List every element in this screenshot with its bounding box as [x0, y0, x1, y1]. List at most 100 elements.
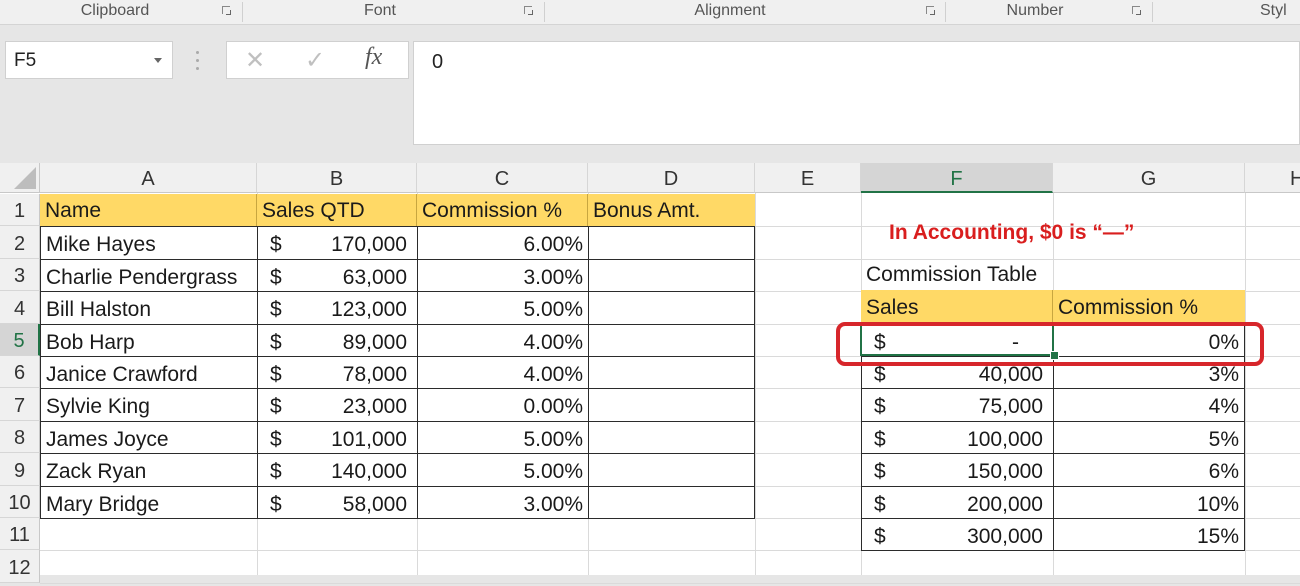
- cell-commission-pct[interactable]: 5.00%: [417, 291, 589, 325]
- cell-bonus-amt[interactable]: [588, 291, 755, 325]
- cell-bonus-amt[interactable]: [588, 356, 755, 389]
- row-header-7[interactable]: 7: [0, 388, 40, 421]
- formula-bar-resize-handle-icon[interactable]: [196, 51, 200, 71]
- row-header-11[interactable]: 11: [0, 518, 40, 550]
- cell-sales-qtd[interactable]: $89,000: [257, 324, 418, 357]
- select-all-button[interactable]: [0, 163, 40, 193]
- column-header-d[interactable]: D: [588, 163, 755, 193]
- commission-sales-amount: 75,000: [978, 395, 1043, 418]
- header-sales[interactable]: Sales: [861, 290, 1053, 323]
- ribbon-group-styles: Styl: [1260, 2, 1287, 19]
- row-header-9[interactable]: 9: [0, 453, 40, 486]
- cell-commission-pct[interactable]: 4.00%: [417, 356, 589, 389]
- currency-symbol: $: [270, 493, 282, 516]
- ribbon-group-alignment: Alignment: [694, 2, 766, 19]
- cell-commission-pct[interactable]: 5.00%: [417, 453, 589, 487]
- cell-bonus-amt[interactable]: [588, 324, 755, 357]
- cell-bonus-amt[interactable]: [588, 226, 755, 260]
- cell-bonus-amt[interactable]: [588, 486, 755, 519]
- cell-commission-rate[interactable]: 15%: [1053, 518, 1245, 551]
- cell-commission-sales[interactable]: $100,000: [861, 421, 1054, 454]
- cell-bonus-amt[interactable]: [588, 453, 755, 487]
- row-header-1[interactable]: 1: [0, 194, 40, 226]
- header-sales-qtd[interactable]: Sales QTD: [257, 194, 417, 226]
- sales-amount: 101,000: [331, 428, 407, 451]
- cell-commission-pct[interactable]: 6.00%: [417, 226, 589, 260]
- enter-icon[interactable]: ✓: [305, 46, 325, 75]
- cell-sales-qtd[interactable]: $23,000: [257, 388, 418, 422]
- column-header-a[interactable]: A: [40, 163, 257, 193]
- commission-table-title[interactable]: Commission Table: [861, 258, 1042, 290]
- cell-name[interactable]: Sylvie King: [40, 388, 258, 422]
- number-dialog-launcher-icon[interactable]: [1132, 6, 1142, 16]
- column-header-b[interactable]: B: [257, 163, 417, 193]
- row-header-5[interactable]: 5: [0, 324, 40, 356]
- cell-commission-sales[interactable]: $150,000: [861, 453, 1054, 487]
- ribbon-group-number: Number: [1006, 2, 1064, 19]
- cell-sales-qtd[interactable]: $63,000: [257, 259, 418, 292]
- cell-name[interactable]: Zack Ryan: [40, 453, 258, 487]
- cell-bonus-amt[interactable]: [588, 259, 755, 292]
- cell-name[interactable]: Charlie Pendergrass: [40, 259, 258, 292]
- header-commission-pct[interactable]: Commission %: [417, 194, 588, 226]
- cell-name[interactable]: Bill Halston: [40, 291, 258, 325]
- cell-commission-rate[interactable]: 6%: [1053, 453, 1245, 487]
- name-box[interactable]: F5: [5, 41, 173, 79]
- name-box-dropdown-icon[interactable]: [154, 58, 162, 63]
- cell-commission-sales[interactable]: $200,000: [861, 486, 1054, 519]
- ribbon-group-clipboard: Clipboard: [80, 2, 150, 19]
- cell-sales-qtd[interactable]: $58,000: [257, 486, 418, 519]
- cell-commission-rate[interactable]: 10%: [1053, 486, 1245, 519]
- commission-sales-amount: 100,000: [967, 428, 1043, 451]
- cell-sales-qtd[interactable]: $78,000: [257, 356, 418, 389]
- currency-symbol: $: [270, 331, 282, 354]
- currency-symbol: $: [270, 363, 282, 386]
- cell-commission-pct[interactable]: 3.00%: [417, 259, 589, 292]
- ribbon-group-labels: Clipboard Font Alignment Number Styl: [0, 0, 1300, 25]
- cell-bonus-amt[interactable]: [588, 421, 755, 454]
- cell-name[interactable]: Bob Harp: [40, 324, 258, 357]
- header-name[interactable]: Name: [40, 194, 257, 226]
- row-header-6[interactable]: 6: [0, 356, 40, 388]
- row-header-12[interactable]: 12: [0, 550, 40, 583]
- cell-commission-rate[interactable]: 4%: [1053, 388, 1245, 422]
- cell-commission-pct[interactable]: 4.00%: [417, 324, 589, 357]
- row-header-3[interactable]: 3: [0, 259, 40, 291]
- column-header-e[interactable]: E: [755, 163, 861, 193]
- formula-input[interactable]: 0: [413, 41, 1300, 145]
- cancel-icon[interactable]: ✕: [245, 46, 265, 75]
- insert-function-icon[interactable]: fx: [365, 44, 382, 71]
- cell-name[interactable]: Mike Hayes: [40, 226, 258, 260]
- column-header-c[interactable]: C: [417, 163, 588, 193]
- cell-commission-sales[interactable]: $300,000: [861, 518, 1054, 551]
- column-header-f[interactable]: F: [861, 163, 1053, 193]
- cell-commission-pct[interactable]: 3.00%: [417, 486, 589, 519]
- row-header-10[interactable]: 10: [0, 486, 40, 518]
- commission-sales-amount: 200,000: [967, 493, 1043, 516]
- cell-name[interactable]: Mary Bridge: [40, 486, 258, 519]
- column-header-h[interactable]: H: [1245, 163, 1300, 193]
- cell-commission-sales[interactable]: $75,000: [861, 388, 1054, 422]
- cell-bonus-amt[interactable]: [588, 388, 755, 422]
- cell-sales-qtd[interactable]: $101,000: [257, 421, 418, 454]
- cell-commission-pct[interactable]: 5.00%: [417, 421, 589, 454]
- cell-commission-pct[interactable]: 0.00%: [417, 388, 589, 422]
- row-header-8[interactable]: 8: [0, 421, 40, 453]
- row-header-4[interactable]: 4: [0, 291, 40, 324]
- column-header-g[interactable]: G: [1053, 163, 1245, 193]
- header-bonus-amt[interactable]: Bonus Amt.: [588, 194, 755, 226]
- cell-name[interactable]: James Joyce: [40, 421, 258, 454]
- currency-symbol: $: [874, 493, 886, 516]
- header-commission-pct-2[interactable]: Commission %: [1053, 290, 1245, 323]
- row-header-2[interactable]: 2: [0, 226, 40, 259]
- cell-sales-qtd[interactable]: $140,000: [257, 453, 418, 487]
- cell-commission-rate[interactable]: 5%: [1053, 421, 1245, 454]
- font-dialog-launcher-icon[interactable]: [524, 6, 534, 16]
- formula-buttons: ✕ ✓ fx: [226, 41, 409, 79]
- alignment-dialog-launcher-icon[interactable]: [926, 6, 936, 16]
- clipboard-dialog-launcher-icon[interactable]: [222, 6, 232, 16]
- cell-name[interactable]: Janice Crawford: [40, 356, 258, 389]
- sales-amount: 58,000: [342, 493, 407, 516]
- cell-sales-qtd[interactable]: $170,000: [257, 226, 418, 260]
- cell-sales-qtd[interactable]: $123,000: [257, 291, 418, 325]
